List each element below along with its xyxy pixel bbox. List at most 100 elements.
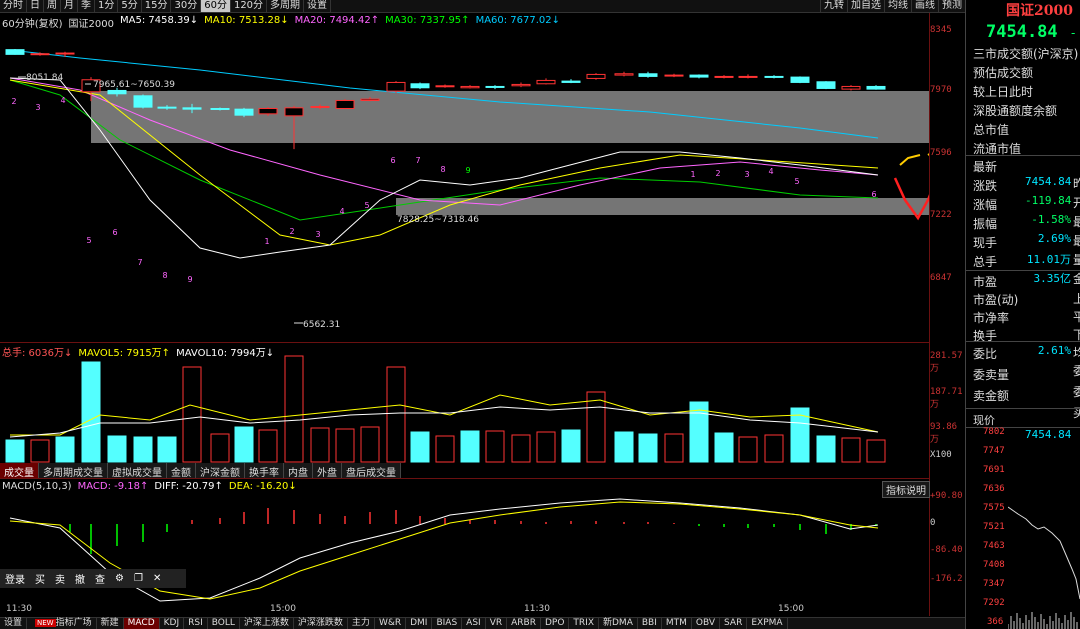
period-tab[interactable]: 日 — [27, 0, 44, 12]
volume-tick-label: X100 — [930, 450, 952, 460]
login-button[interactable]: 登录 — [0, 571, 30, 586]
indicator-tab[interactable]: SAR — [720, 618, 748, 629]
volume-tab[interactable]: 成交量 — [0, 463, 39, 479]
window-icon[interactable]: ❐ — [129, 573, 148, 584]
candle-body — [614, 73, 634, 76]
period-tab[interactable]: 1分 — [95, 0, 119, 12]
volume-tab[interactable]: 盘后成交量 — [342, 463, 401, 479]
time-label: 11:30 — [6, 604, 32, 614]
indicator-tab[interactable]: KDJ — [160, 618, 185, 629]
period-tab[interactable]: 60分 — [201, 0, 231, 12]
volume-tab[interactable]: 外盘 — [313, 463, 342, 479]
period-tab[interactable]: 30分 — [171, 0, 202, 12]
sequence-number: 1 — [690, 170, 695, 179]
period-tab[interactable]: 周 — [44, 0, 61, 12]
volume-bar — [614, 431, 634, 463]
macd-tick-label: -176.2 — [930, 574, 963, 584]
indicator-tab[interactable]: ARBR — [507, 618, 541, 629]
indicator-tab[interactable]: DMI — [406, 618, 433, 629]
query-button[interactable]: 查 — [90, 571, 110, 586]
period-tab[interactable]: 15分 — [142, 0, 172, 12]
indicator-tab[interactable]: BOLL — [208, 618, 240, 629]
resistance-box — [91, 91, 929, 143]
candle-body — [511, 83, 531, 87]
volume-bar — [511, 434, 531, 463]
candle-body — [5, 49, 25, 55]
sequence-number: 4 — [60, 96, 65, 105]
volume-bar — [81, 361, 101, 463]
panel-divider — [966, 341, 1080, 342]
volume-tab[interactable]: 沪深金额 — [196, 463, 245, 479]
price-tick-label: 7970 — [930, 85, 952, 95]
indicator-tab[interactable]: DPO — [541, 618, 570, 629]
panel-divider — [966, 270, 1080, 271]
candlestick-chart[interactable]: 2 3 4 5 6 7 8 9 1 2 3 4 5 6 7 8 9 1 2 3 4 5 6 8051.84 7965.61~76… — [0, 13, 930, 343]
candle-body — [335, 99, 355, 109]
price-tick-label: 7222 — [930, 210, 952, 220]
volume-bar — [816, 435, 836, 463]
indicator-tab[interactable]: BIAS — [432, 618, 463, 629]
indicator-tab[interactable]: MACD — [123, 618, 160, 629]
period-tab[interactable]: 分时 — [0, 0, 27, 12]
sell-button[interactable]: 卖 — [50, 571, 70, 586]
volume-tab[interactable]: 内盘 — [284, 463, 313, 479]
period-tab[interactable]: 多周期 — [267, 0, 305, 12]
indicator-tab[interactable]: 沪深涨跌数 — [294, 618, 348, 629]
toolbar-button[interactable]: 均线 — [884, 0, 911, 12]
volume-tab[interactable]: 虚拟成交量 — [108, 463, 167, 479]
macd-legend: MACD(5,10,3) MACD: -9.18↑ DIFF: -20.79↑ … — [2, 481, 297, 492]
volume-bar — [435, 435, 455, 463]
indicator-tab[interactable]: 新建 — [97, 618, 124, 629]
indicator-tab[interactable]: ASI — [462, 618, 486, 629]
volume-tick-label: 281.57万 — [930, 351, 963, 374]
toolbar-button[interactable]: 九转 — [820, 0, 847, 12]
low-price-label: 6562.31 — [303, 320, 340, 330]
indicator-tab[interactable]: RSI — [184, 618, 208, 629]
volume-bar — [536, 431, 556, 463]
volume-bar — [360, 426, 380, 463]
indicator-tab[interactable]: 设置 — [0, 618, 28, 629]
indicator-tab[interactable]: VR — [486, 618, 508, 629]
candle-body — [182, 107, 202, 110]
projection-arrow — [899, 154, 921, 166]
volume-tab[interactable]: 多周期成交量 — [39, 463, 108, 479]
mavol10-line — [9, 406, 879, 438]
period-tab[interactable]: 120分 — [231, 0, 268, 12]
quote-row: 涨跌-119.84开 — [973, 177, 1080, 210]
toolbar-button[interactable]: 画线 — [911, 0, 938, 12]
quote-label: 涨跌 — [973, 179, 998, 193]
price-tick-label: 8345 — [930, 25, 952, 35]
volume-tick-label: 187.71万 — [930, 387, 963, 410]
period-tab[interactable]: 设置 — [304, 0, 332, 12]
candle-body — [210, 107, 230, 110]
indicator-tab[interactable]: W&R — [375, 618, 407, 629]
close-icon[interactable]: ✕ — [148, 573, 166, 584]
settings-icon[interactable]: ⚙ — [110, 573, 129, 584]
indicator-tab[interactable]: EXPMA — [747, 618, 788, 629]
indicator-tab[interactable]: TRIX — [569, 618, 599, 629]
period-tab[interactable]: 5分 — [118, 0, 142, 12]
indicator-tab[interactable]: OBV — [692, 618, 721, 629]
toolbar-button[interactable]: 加自选 — [847, 0, 884, 12]
indicator-tab[interactable]: BBI — [638, 618, 662, 629]
buy-button[interactable]: 买 — [30, 571, 50, 586]
indicator-tab[interactable]: MTM — [662, 618, 692, 629]
quote-label: 涨幅 — [973, 198, 998, 212]
period-tab[interactable]: 季 — [78, 0, 95, 12]
resistance-range-label: 7965.61~7650.39 — [93, 80, 175, 90]
volume-tab[interactable]: 换手率 — [245, 463, 284, 479]
toolbar-button[interactable]: 预测 — [938, 0, 965, 12]
indicator-tab[interactable]: 主力 — [348, 618, 375, 629]
candle-body — [586, 73, 606, 79]
volume-tab[interactable]: 金额 — [167, 463, 196, 479]
macd-params: MACD(5,10,3) — [2, 481, 72, 492]
sequence-number: 8 — [162, 271, 167, 280]
cancel-order-button[interactable]: 撤 — [70, 571, 90, 586]
indicator-tab[interactable]: 沪深上涨数 — [240, 618, 294, 629]
mini-chart-tick: 7747 — [983, 446, 1005, 456]
candle-body — [664, 74, 684, 77]
indicator-tab[interactable]: NEW 指标广场 — [27, 618, 97, 629]
indicator-tab[interactable]: 新DMA — [599, 618, 638, 629]
period-tab[interactable]: 月 — [61, 0, 78, 12]
volume-tabs: 成交量 多周期成交量 虚拟成交量 金额 沪深金额 换手率 内盘 外盘 盘后成交量 — [0, 463, 401, 479]
